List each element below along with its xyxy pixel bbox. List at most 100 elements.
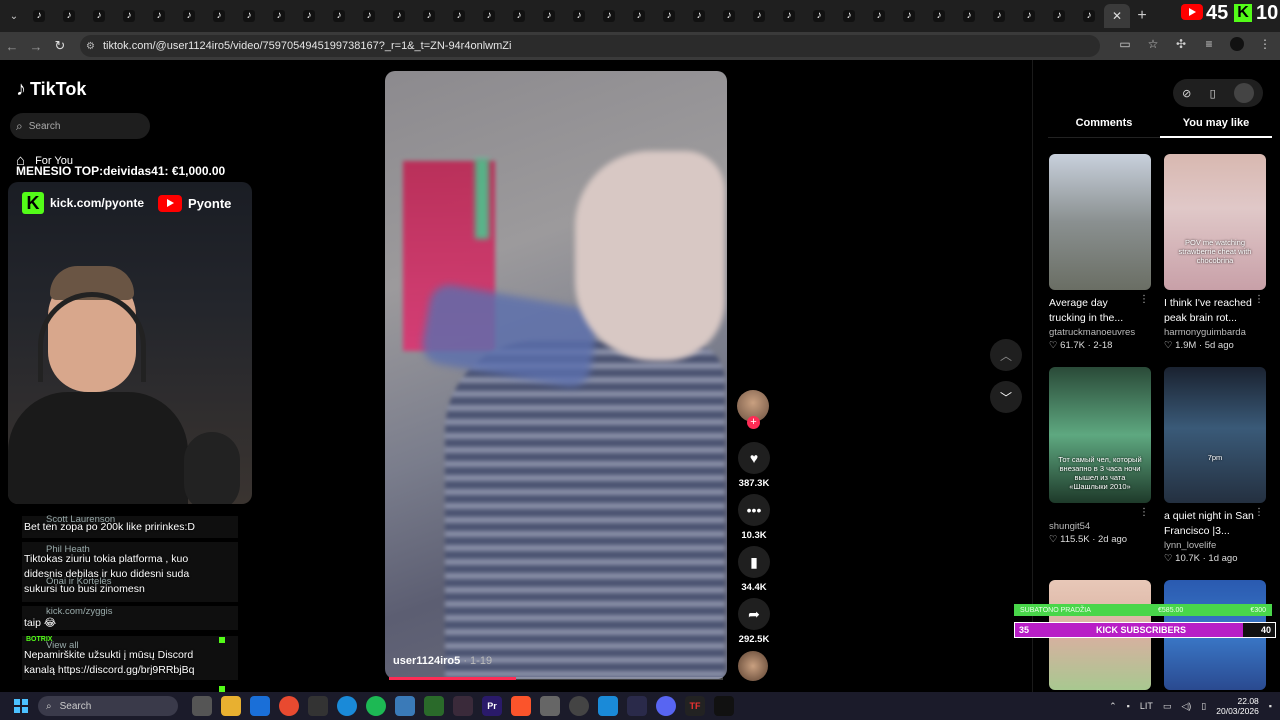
suggested-video-card[interactable]: POV me watching strawberrie cheat with c… [1164, 154, 1266, 351]
language-indicator[interactable]: LIT [1140, 701, 1153, 711]
user-avatar[interactable] [1233, 83, 1254, 103]
app-icon[interactable] [424, 696, 444, 716]
card-author[interactable]: gtatruckmanoeuvres [1049, 327, 1151, 338]
new-tab-button[interactable]: + [1130, 7, 1154, 25]
browser-tab[interactable]: ♪ [1014, 4, 1044, 28]
tiktok-logo[interactable]: ♪ TikTok [16, 78, 86, 101]
next-video-button[interactable]: ﹀ [990, 381, 1022, 413]
browser-tab[interactable]: ♪ [294, 4, 324, 28]
share-button[interactable]: ➦ 292.5K [738, 598, 770, 645]
follow-plus-icon[interactable]: + [747, 416, 760, 429]
browser-tab[interactable]: ♪ [384, 4, 414, 28]
browser-tab[interactable]: ♪ [564, 4, 594, 28]
extensions-icon[interactable]: ✣ [1174, 37, 1188, 51]
tray-app-icon[interactable]: ▪ [1127, 701, 1130, 711]
tab-search-icon[interactable]: ⌄ [4, 6, 24, 26]
browser-tab[interactable]: ♪ [24, 4, 54, 28]
browser-tab[interactable]: ♪ [324, 4, 354, 28]
browser-tab[interactable]: ♪ [234, 4, 264, 28]
site-info-icon[interactable]: ⚙ [86, 41, 95, 52]
app-icon[interactable] [714, 696, 734, 716]
browser-tab[interactable]: ♪ [924, 4, 954, 28]
browser-tab[interactable]: ♪ [684, 4, 714, 28]
brave-icon[interactable] [511, 696, 531, 716]
more-options-icon[interactable]: ⋮ [1139, 294, 1149, 305]
premiere-icon[interactable]: Pr [482, 696, 502, 716]
comment-button[interactable]: ••• 10.3K [738, 494, 770, 541]
browser-tab[interactable]: ♪ [204, 4, 234, 28]
browser-tab[interactable]: ♪ [84, 4, 114, 28]
browser-tab[interactable]: ♪ [354, 4, 384, 28]
browser-tab[interactable]: ♪ [954, 4, 984, 28]
clock[interactable]: 22.08 20/03/2026 [1216, 696, 1259, 716]
browser-tab[interactable]: ♪ [1044, 4, 1074, 28]
bookmark-star-icon[interactable]: ☆ [1146, 37, 1160, 51]
suggested-video-card[interactable]: 7pm a quiet night in San Francisco |3...… [1164, 367, 1266, 564]
browser-tab[interactable]: ♪ [174, 4, 204, 28]
browser-tab[interactable]: ♪ [834, 4, 864, 28]
card-author[interactable]: shungit54 [1049, 521, 1151, 532]
browser-tab[interactable]: ♪ [144, 4, 174, 28]
cast-icon[interactable]: ▭ [1118, 37, 1132, 51]
edge-icon[interactable] [337, 696, 357, 716]
browser-tab[interactable]: ♪ [984, 4, 1014, 28]
browser-tab[interactable]: ♪ [654, 4, 684, 28]
browser-tab[interactable]: ♪ [864, 4, 894, 28]
browser-tab[interactable]: ♪ [894, 4, 924, 28]
browser-tab[interactable]: ♪ [444, 4, 474, 28]
browser-tab[interactable]: ♪ [594, 4, 624, 28]
tab-comments[interactable]: Comments [1048, 114, 1160, 137]
browser-tab[interactable]: ♪ [504, 4, 534, 28]
reload-button[interactable]: ↻ [48, 38, 72, 54]
menu-dots-icon[interactable]: ⋮ [1258, 37, 1272, 51]
browser-tab[interactable]: ♪ [624, 4, 654, 28]
task-view-icon[interactable] [192, 696, 212, 716]
browser-tab[interactable]: ♪ [474, 4, 504, 28]
search-input[interactable]: ⌕ Search [10, 113, 150, 139]
more-options-icon[interactable]: ⋮ [1254, 294, 1264, 305]
video-progress-bar[interactable] [389, 677, 723, 680]
forward-button[interactable]: → [24, 39, 48, 54]
suggested-video-card[interactable]: Average day trucking in the... ⋮ gtatruc… [1049, 154, 1151, 351]
tray-chevron-icon[interactable]: ⌃ [1109, 701, 1117, 712]
chat-view-all[interactable]: View all [46, 640, 79, 651]
file-explorer-icon[interactable] [221, 696, 241, 716]
browser-tab[interactable]: ♪ [414, 4, 444, 28]
browser-tab[interactable]: ♪ [1074, 4, 1104, 28]
browser-tab[interactable]: ♪ [534, 4, 564, 28]
discord-icon[interactable] [656, 696, 676, 716]
creator-avatar[interactable]: + [737, 390, 769, 429]
notes-icon[interactable] [598, 696, 618, 716]
photos-icon[interactable] [395, 696, 415, 716]
active-tab[interactable]: ✕ [1104, 4, 1130, 28]
chrome-icon[interactable] [279, 696, 299, 716]
windows-start-icon[interactable] [14, 699, 28, 713]
spotify-icon[interactable] [366, 696, 386, 716]
like-button[interactable]: ♥ 387.3K [738, 442, 770, 489]
device-icon[interactable]: ▯ [1210, 87, 1216, 100]
network-icon[interactable]: ▭ [1163, 701, 1172, 712]
browser-tab[interactable]: ♪ [114, 4, 144, 28]
notification-icon[interactable]: ▪ [1269, 701, 1272, 711]
video-player[interactable] [385, 71, 727, 679]
more-options-icon[interactable]: ⋮ [1139, 507, 1149, 518]
card-author[interactable]: lynn_lovelife [1164, 540, 1266, 551]
media-icon[interactable]: ≡ [1202, 37, 1216, 51]
app-icon[interactable] [308, 696, 328, 716]
browser-tab[interactable]: ♪ [714, 4, 744, 28]
address-bar[interactable]: ⚙ tiktok.com/@user1124iro5/video/7597054… [80, 35, 1100, 57]
browser-tab[interactable]: ♪ [744, 4, 774, 28]
browser-tab[interactable]: ♪ [804, 4, 834, 28]
profile-icon[interactable] [1230, 37, 1244, 51]
steam-icon[interactable] [569, 696, 589, 716]
music-disc-icon[interactable] [738, 651, 768, 681]
tf-icon[interactable]: TF [685, 696, 705, 716]
store-icon[interactable] [250, 696, 270, 716]
browser-tab[interactable]: ♪ [264, 4, 294, 28]
card-author[interactable]: harmonyguimbarda [1164, 327, 1266, 338]
app-icon[interactable] [540, 696, 560, 716]
battery-icon[interactable]: ▯ [1201, 701, 1206, 712]
close-tab-icon[interactable]: ✕ [1112, 9, 1122, 23]
app-icon[interactable] [453, 696, 473, 716]
tab-you-may-like[interactable]: You may like [1160, 114, 1272, 138]
